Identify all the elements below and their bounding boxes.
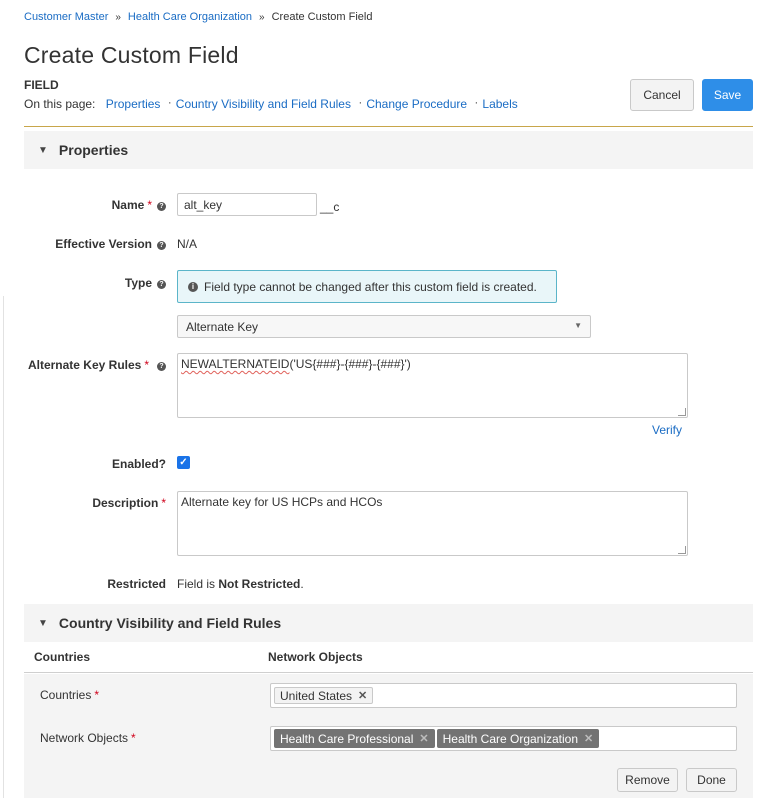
name-label: Name *?: [0, 198, 166, 212]
resize-handle[interactable]: [678, 408, 686, 416]
triangle-down-icon: ▼: [38, 617, 48, 629]
remove-button[interactable]: Remove: [617, 768, 678, 792]
question-circle-icon[interactable]: ?: [157, 362, 166, 371]
network-objects-multiselect[interactable]: Health Care Professional ✕ Health Care Or…: [270, 726, 737, 751]
resize-handle[interactable]: [678, 546, 686, 554]
country-visibility-table-header: Countries Network Objects: [24, 645, 753, 673]
column-countries: Countries: [34, 650, 91, 664]
required-marker: *: [147, 198, 152, 212]
countries-label: Countries *: [40, 688, 99, 702]
triangle-down-icon: ▼: [38, 144, 48, 156]
effective-version-label: Effective Version?: [0, 237, 166, 251]
breadcrumb-separator: »: [115, 12, 121, 23]
description-label-text: Description: [92, 496, 159, 510]
restricted-label: Restricted: [107, 577, 166, 591]
anchor-country-visibility[interactable]: Country Visibility and Field Rules: [176, 97, 351, 111]
description-value: Alternate key for US HCPs and HCOs: [181, 495, 383, 509]
country-visibility-section-header[interactable]: ▼ Country Visibility and Field Rules: [24, 604, 753, 642]
page-title: Create Custom Field: [24, 42, 239, 68]
network-objects-label: Network Objects *: [40, 731, 136, 745]
name-label-text: Name: [111, 198, 145, 212]
caret-down-icon: ▼: [574, 321, 582, 330]
description-label: Description *: [0, 496, 166, 510]
question-circle-icon[interactable]: ?: [157, 202, 166, 211]
tag-label: Health Care Organization: [442, 731, 579, 746]
required-marker: *: [94, 688, 100, 702]
breadcrumb-health-care-organization[interactable]: Health Care Organization: [128, 11, 252, 23]
alternate-key-rules-textarea[interactable]: NEWALTERNATEID('US{###}-{###}-{###}'): [177, 353, 688, 418]
alternate-key-function: NEWALTERNATEID: [181, 357, 290, 371]
page-subtitle: FIELD: [24, 78, 59, 92]
verify-link[interactable]: Verify: [652, 423, 682, 437]
on-this-page-nav: On this page: Properties · Country Visibi…: [24, 95, 518, 111]
x-icon[interactable]: ✕: [419, 732, 428, 745]
properties-section-header[interactable]: ▼ Properties: [24, 131, 753, 169]
done-button[interactable]: Done: [686, 768, 737, 792]
restricted-status: Not Restricted: [218, 577, 301, 591]
tag-label: United States: [280, 688, 353, 703]
enabled-label: Enabled?: [111, 457, 166, 471]
breadcrumb-current: Create Custom Field: [271, 11, 373, 23]
enabled-checkbox[interactable]: ✓: [177, 456, 190, 469]
country-visibility-edit-panel: Countries * United States ✕ Network Object…: [24, 674, 753, 798]
cancel-button[interactable]: Cancel: [630, 79, 694, 111]
header-divider: [24, 126, 753, 127]
required-marker: *: [144, 358, 149, 372]
alternate-key-args: ('US{###}-{###}-{###}'): [289, 357, 411, 371]
restricted-value: Field is Not Restricted.: [177, 577, 304, 591]
network-objects-label-text: Network Objects: [40, 731, 129, 745]
name-suffix: __c: [320, 200, 340, 214]
check-icon: ✓: [179, 457, 188, 468]
effective-version-value: N/A: [177, 237, 198, 251]
breadcrumb: Customer Master » Health Care Organization…: [24, 11, 372, 23]
required-marker: *: [161, 496, 166, 510]
type-label-text: Type: [124, 276, 152, 290]
anchor-properties[interactable]: Properties: [106, 97, 161, 111]
required-marker: *: [131, 731, 136, 745]
name-input[interactable]: [177, 193, 317, 216]
alternate-key-rules-label: Alternate Key Rules *?: [0, 358, 166, 372]
type-info-alert: i Field type cannot be changed after thi…: [177, 270, 557, 303]
countries-multiselect[interactable]: United States ✕: [270, 683, 737, 708]
anchor-separator: ·: [167, 95, 172, 109]
effective-version-label-text: Effective Version: [55, 237, 152, 251]
question-circle-icon[interactable]: ?: [157, 280, 166, 289]
type-select-value: Alternate Key: [186, 320, 259, 334]
type-select[interactable]: Alternate Key ▼: [177, 315, 591, 338]
breadcrumb-separator: »: [259, 12, 265, 23]
restricted-suffix: .: [300, 577, 304, 591]
countries-label-text: Countries: [40, 688, 92, 702]
description-textarea[interactable]: Alternate key for US HCPs and HCOs: [177, 491, 688, 556]
anchor-change-procedure[interactable]: Change Procedure: [366, 97, 467, 111]
tag-united-states: United States ✕: [274, 687, 374, 704]
x-icon[interactable]: ✕: [584, 732, 593, 745]
breadcrumb-customer-master[interactable]: Customer Master: [24, 11, 108, 23]
alternate-key-rules-label-text: Alternate Key Rules: [27, 358, 142, 372]
save-button[interactable]: Save: [702, 79, 753, 111]
type-info-text: Field type cannot be changed after this …: [204, 279, 537, 294]
anchor-labels[interactable]: Labels: [482, 97, 517, 111]
restricted-prefix: Field is: [177, 577, 219, 591]
x-icon[interactable]: ✕: [358, 689, 367, 702]
column-network-objects: Network Objects: [268, 650, 363, 664]
type-label: Type?: [0, 276, 166, 290]
tag-label: Health Care Professional: [280, 731, 414, 746]
on-this-page-label: On this page:: [24, 97, 96, 111]
anchor-separator: ·: [474, 95, 479, 109]
country-visibility-section-title: Country Visibility and Field Rules: [58, 615, 282, 631]
tag-health-care-organization: Health Care Organization ✕: [436, 729, 600, 748]
tag-health-care-professional: Health Care Professional ✕: [274, 729, 435, 748]
question-circle-icon[interactable]: ?: [157, 241, 166, 250]
anchor-separator: ·: [358, 95, 363, 109]
properties-section-title: Properties: [58, 142, 129, 158]
info-circle-icon: i: [188, 281, 198, 292]
